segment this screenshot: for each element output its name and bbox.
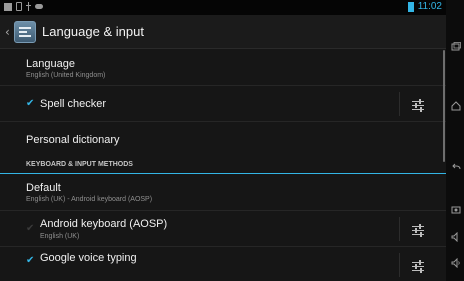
back-icon[interactable] <box>451 163 461 173</box>
screenshot-icon <box>16 2 22 11</box>
screenshot-nav-icon[interactable] <box>451 205 461 215</box>
list-item-default[interactable]: Default English (UK) - Android keyboard … <box>0 174 446 211</box>
divider <box>399 253 400 277</box>
android-keyboard-settings-icon[interactable] <box>412 224 424 237</box>
android-keyboard-summary: English (UK) <box>40 233 80 240</box>
default-summary: English (UK) - Android keyboard (AOSP) <box>26 196 153 203</box>
volume-down-icon[interactable] <box>451 232 461 242</box>
check-icon: ✔ <box>26 255 35 266</box>
personal-dictionary-title: Personal dictionary <box>26 134 120 146</box>
language-title: Language <box>26 58 75 70</box>
usb-icon <box>26 2 31 11</box>
check-icon: ✔ <box>26 98 35 109</box>
list-item-google-voice-typing[interactable]: ✔ Google voice typing <box>0 247 446 281</box>
spell-checker-settings-icon[interactable] <box>412 99 424 112</box>
clock: 11:02 <box>417 1 442 12</box>
check-icon: ✔ <box>26 223 35 234</box>
default-title: Default <box>26 182 61 194</box>
divider <box>399 92 400 116</box>
gallery-icon <box>4 2 12 11</box>
spell-checker-checkbox[interactable]: ✔ <box>26 99 36 109</box>
google-voice-settings-icon[interactable] <box>412 260 424 273</box>
game-controller-icon <box>35 4 43 9</box>
section-header: KEYBOARD & INPUT METHODS <box>0 158 446 174</box>
list-item-personal-dictionary[interactable]: Personal dictionary <box>0 122 446 158</box>
settings-list: Language English (United Kingdom) ✔ Spel… <box>0 50 446 281</box>
divider <box>399 217 400 241</box>
google-voice-checkbox[interactable]: ✔ <box>26 256 36 266</box>
recent-apps-icon[interactable] <box>451 42 461 52</box>
list-item-language[interactable]: Language English (United Kingdom) <box>0 50 446 86</box>
home-icon[interactable] <box>451 101 461 111</box>
android-keyboard-checkbox[interactable]: ✔ <box>26 224 36 234</box>
status-bar: 11:02 <box>0 0 446 15</box>
battery-icon <box>407 1 414 12</box>
settings-app-icon[interactable] <box>14 21 36 43</box>
spell-checker-title: Spell checker <box>40 98 107 110</box>
scrollbar[interactable] <box>443 50 445 162</box>
android-keyboard-title: Android keyboard (AOSP) <box>40 218 168 230</box>
list-item-android-keyboard[interactable]: ✔ Android keyboard (AOSP) English (UK) <box>0 211 446 247</box>
language-summary: English (United Kingdom) <box>26 72 106 79</box>
up-caret-icon[interactable]: ‹ <box>5 25 10 39</box>
action-bar: ‹ Language & input <box>0 15 446 49</box>
system-status: 11:02 <box>407 1 442 12</box>
section-header-label: KEYBOARD & INPUT METHODS <box>26 161 133 168</box>
list-item-spell-checker[interactable]: ✔ Spell checker <box>0 86 446 122</box>
google-voice-title: Google voice typing <box>40 252 137 264</box>
volume-up-icon[interactable] <box>451 258 461 268</box>
navigation-bar <box>447 0 464 281</box>
page-title: Language & input <box>42 24 144 39</box>
settings-screen: 11:02 ‹ Language & input Language Englis… <box>0 0 446 281</box>
notification-icons <box>4 2 43 11</box>
